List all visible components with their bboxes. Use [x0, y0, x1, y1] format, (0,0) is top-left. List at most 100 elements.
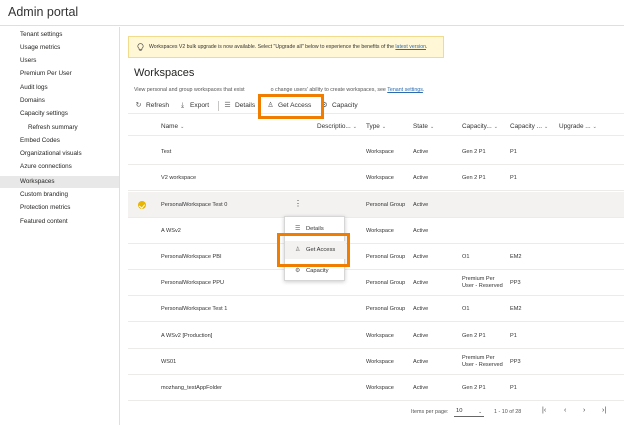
sidebar-item-organizational-visuals[interactable]: Organizational visuals	[0, 148, 119, 160]
column-header-name[interactable]: Name ⌄	[161, 118, 184, 136]
cell-type: Workspace	[366, 385, 394, 391]
cell-sku: PP3	[510, 359, 521, 365]
column-header-state[interactable]: State ⌄	[413, 118, 434, 136]
cell-type: Workspace	[366, 175, 394, 181]
latest-version-link[interactable]: latest version	[395, 44, 426, 50]
page-description: View personal and group workspaces that …	[134, 87, 424, 93]
refresh-button[interactable]: ↻ Refresh	[134, 97, 170, 114]
description-text-end: o change users' ability to create worksp…	[270, 87, 388, 93]
table-row[interactable]: A WSv2 Workspace Active	[128, 218, 624, 244]
app-title: Admin portal	[8, 5, 79, 19]
sidebar-item-featured-content[interactable]: Featured content	[0, 216, 119, 228]
sidebar-nav: Tenant settings Usage metrics Users Prem…	[0, 27, 120, 425]
items-per-page-select[interactable]: 10 ⌄	[454, 406, 484, 417]
description-end: .	[422, 87, 425, 93]
cell-sku: P1	[510, 149, 517, 155]
table-row[interactable]: WS01 Workspace Active Premium Per User -…	[128, 349, 624, 375]
pagination-bar: Items per page: 10 ⌄ 1 - 10 of 28 |‹ ‹ › …	[128, 404, 624, 422]
table-row-selected[interactable]: PersonalWorkspace Test 0 ⋮ Personal Grou…	[128, 192, 624, 218]
sidebar-item-custom-branding[interactable]: Custom branding	[0, 189, 119, 201]
sidebar-item-audit-logs[interactable]: Audit logs	[0, 82, 119, 94]
export-label: Export	[190, 102, 210, 109]
details-label: Details	[235, 102, 256, 109]
cell-name: Test	[161, 149, 172, 155]
table-row[interactable]: PersonalWorkspace PPU Personal Group Act…	[128, 270, 624, 296]
last-page-icon[interactable]: ›|	[602, 407, 606, 414]
export-button[interactable]: ⤓ Export	[178, 97, 209, 114]
sidebar-item-usage-metrics[interactable]: Usage metrics	[0, 42, 119, 54]
cell-type: Personal Group	[366, 202, 406, 208]
capacity-button[interactable]: ⚙ Capacity	[320, 97, 358, 114]
toolbar-divider	[218, 101, 219, 111]
sidebar-item-capacity-settings[interactable]: Capacity settings	[0, 108, 119, 120]
column-header-upgrade[interactable]: Upgrade ... ⌄	[559, 118, 597, 136]
table-row[interactable]: V2 workspace Workspace Active Gen 2 P1 P…	[128, 165, 624, 191]
cell-state: Active	[413, 175, 429, 181]
previous-page-icon[interactable]: ‹	[564, 407, 566, 414]
sidebar-item-domains[interactable]: Domains	[0, 95, 119, 107]
table-row[interactable]: PersonalWorkspace PBI Personal Group Act…	[128, 244, 624, 270]
cell-capacity: Premium Per User - Reserved	[462, 276, 503, 289]
table-row[interactable]: Test Workspace Active Gen 2 P1 P1	[128, 139, 624, 165]
more-options-icon[interactable]: ⋮	[294, 199, 302, 208]
cell-capacity: O1	[462, 254, 470, 260]
sort-chevron-icon: ⌄	[381, 124, 387, 130]
sidebar-item-workspaces[interactable]: Workspaces	[0, 176, 119, 188]
cell-name: mozhang_testAppFolder	[161, 385, 222, 391]
sort-chevron-icon: ⌄	[543, 124, 549, 130]
cell-sku: PP3	[510, 280, 521, 286]
sidebar-item-premium-per-user[interactable]: Premium Per User	[0, 68, 119, 80]
download-icon: ⤓	[180, 102, 185, 109]
sidebar-item-refresh-summary[interactable]: Refresh summary	[0, 122, 119, 134]
cell-type: Personal Group	[366, 280, 406, 286]
context-capacity-label: Capacity	[306, 268, 329, 274]
sort-chevron-icon: ⌄	[493, 124, 498, 130]
first-page-icon[interactable]: |‹	[542, 407, 546, 414]
cell-capacity: Premium Per User - Reserved	[462, 355, 503, 368]
page-range: 1 - 10 of 28	[494, 409, 522, 415]
cell-name: V2 workspace	[161, 175, 197, 181]
get-access-menu-highlight	[277, 233, 350, 267]
sidebar-item-embed-codes[interactable]: Embed Codes	[0, 135, 119, 147]
cell-capacity: Gen 2 P1	[462, 149, 486, 155]
tenant-settings-link[interactable]: Tenant settings	[387, 87, 423, 93]
cell-type: Personal Group	[366, 306, 406, 312]
cell-state: Active	[413, 149, 429, 155]
sidebar-item-users[interactable]: Users	[0, 55, 119, 67]
column-header-type[interactable]: Type ⌄	[366, 118, 386, 136]
toolbar: ↻ Refresh ⤓ Export ☰ Details ♙ Get Access ⚙ C…	[128, 97, 624, 114]
upgrade-banner: Workspaces V2 bulk upgrade is now availa…	[128, 36, 444, 58]
cell-capacity: Gen 2 P1	[462, 333, 486, 339]
title-bar: Admin portal	[0, 0, 624, 26]
cell-state: Active	[413, 228, 429, 234]
column-header-capacity-name[interactable]: Capacity... ⌄	[462, 118, 498, 136]
cell-state: Active	[413, 359, 429, 365]
column-header-description[interactable]: Descriptio... ⌄	[317, 118, 357, 136]
page-title: Workspaces	[134, 67, 195, 79]
cell-type: Workspace	[366, 228, 394, 234]
cell-type: Workspace	[366, 333, 394, 339]
sidebar-item-protection-metrics[interactable]: Protection metrics	[0, 202, 119, 214]
get-access-toolbar-highlight	[258, 94, 324, 119]
cell-state: Active	[413, 202, 429, 208]
cell-state: Active	[413, 385, 429, 391]
sidebar-item-azure-connections[interactable]: Azure connections	[0, 161, 119, 173]
cell-type: Workspace	[366, 359, 394, 365]
column-header-capacity-sku[interactable]: Capacity ... ⌄	[510, 118, 548, 136]
cell-sku: EM2	[510, 254, 522, 260]
table-row[interactable]: mozhang_testAppFolder Workspace Active G…	[128, 375, 624, 401]
table-row[interactable]: PersonalWorkspace Test 1 Personal Group …	[128, 296, 624, 322]
cell-name: WS01	[161, 359, 177, 365]
cell-sku: EM2	[510, 306, 522, 312]
table-row[interactable]: A WSv2 [Production] Workspace Active Gen…	[128, 323, 624, 349]
sort-chevron-icon: ⌄	[429, 124, 435, 130]
cell-state: Active	[413, 280, 429, 286]
capacity-label: Capacity	[332, 102, 358, 109]
vertical-scrollbar[interactable]	[616, 26, 624, 425]
sidebar-item-tenant-settings[interactable]: Tenant settings	[0, 29, 119, 41]
refresh-icon: ↻	[135, 102, 142, 109]
details-button[interactable]: ☰ Details	[223, 97, 255, 114]
selected-check-icon[interactable]	[138, 201, 146, 209]
next-page-icon[interactable]: ›	[583, 407, 585, 414]
cell-name: A WSv2 [Production]	[161, 333, 213, 339]
